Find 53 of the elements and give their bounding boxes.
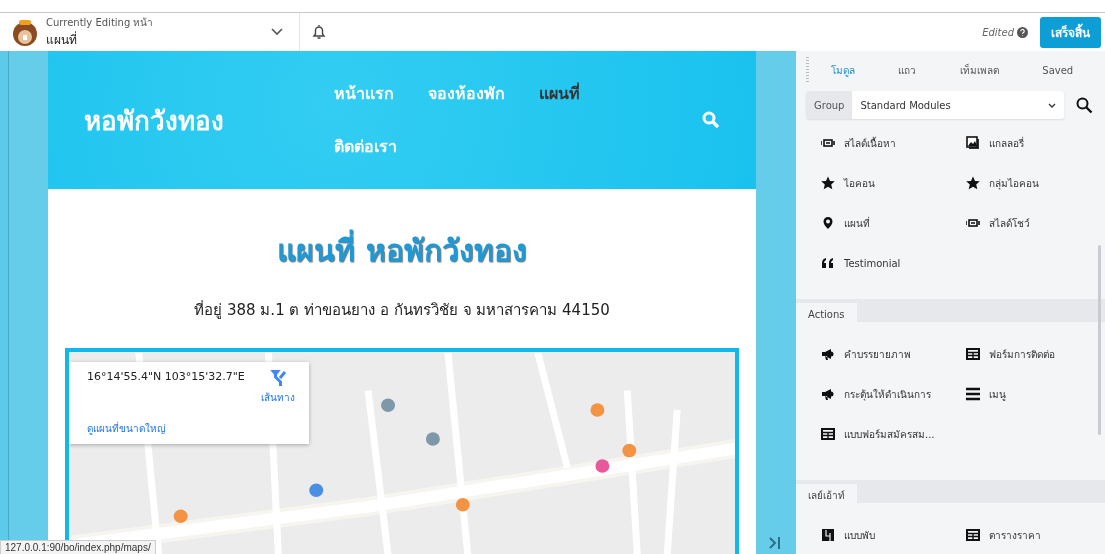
directions-link[interactable]: เส้นทาง <box>261 370 295 413</box>
editing-label: Currently Editing หน้า <box>46 16 155 30</box>
help-icon[interactable] <box>1017 26 1028 38</box>
page-title: แผนที่ <box>46 30 78 49</box>
module-item[interactable]: Testimonial <box>821 243 966 283</box>
chevron-down-icon <box>1048 102 1056 108</box>
panel-tab[interactable]: เท็มเพลต <box>959 62 999 78</box>
map-pin-icon <box>821 216 835 230</box>
star-icon <box>966 176 980 190</box>
edited-status: Edited <box>982 26 1014 38</box>
notification-bell-icon[interactable] <box>312 24 326 40</box>
coordinates-text: 16°14'55.4"N 103°15'32.7"E <box>87 370 246 385</box>
module-item[interactable]: สไลด์เนื้อหา <box>821 123 966 163</box>
panel-tab[interactable]: โมดูล <box>830 62 855 78</box>
module-item[interactable]: แผนที่ <box>821 203 966 243</box>
larger-map-link[interactable]: ดูแผนที่ขนาดใหญ่ <box>87 421 295 436</box>
module-item[interactable]: ไอคอน <box>821 163 966 203</box>
module-item[interactable]: ฟอร์มการติดต่อ <box>966 334 1105 374</box>
module-item[interactable]: กระตุ้นให้ดำเนินการ <box>821 374 966 414</box>
search-icon[interactable] <box>1076 96 1093 114</box>
panel-tab[interactable]: Saved <box>1042 62 1074 78</box>
megaphone-icon <box>821 347 835 361</box>
table-icon <box>821 427 835 441</box>
slides-icon <box>966 216 980 230</box>
drag-handle[interactable] <box>806 57 809 83</box>
nav-link[interactable]: แผนที่ <box>529 81 590 106</box>
page-heading: แผนที่ หอพักวังทอง <box>48 227 756 274</box>
quote-icon <box>821 256 835 270</box>
table-icon <box>966 528 980 542</box>
module-item[interactable]: กลุ่มไอคอน <box>966 163 1105 203</box>
module-item[interactable]: แกลลอรี่ <box>966 123 1105 163</box>
layout-icon <box>821 528 835 542</box>
module-item[interactable]: ตารางราคา <box>966 515 1105 554</box>
module-item[interactable]: เมนู <box>966 374 1105 414</box>
panel-tab[interactable]: แถว <box>898 62 917 78</box>
beaver-logo-icon <box>10 17 40 47</box>
table-icon <box>966 347 980 361</box>
menu-icon <box>966 387 980 401</box>
module-item[interactable]: สไลด์โชว์ <box>966 203 1105 243</box>
module-item[interactable]: คำบรรยายภาพ <box>821 334 966 374</box>
group-select[interactable]: Group Standard Modules <box>806 91 1064 119</box>
status-url: 127.0.0.1:90/bo/index.php/maps/ <box>0 540 156 554</box>
directions-icon <box>269 370 287 386</box>
collapse-panel-icon[interactable] <box>768 537 782 549</box>
address-text: ที่อยู่ 388 ม.1 ต ท่าขอนยาง อ กันทรวิชัย จ มหาสารคาม 44150 <box>193 299 611 321</box>
slides-icon <box>821 136 835 150</box>
chevron-down-icon[interactable] <box>271 28 283 36</box>
star-icon <box>821 176 835 190</box>
gallery-icon <box>966 136 980 150</box>
module-item[interactable]: แบบพับ <box>821 515 966 554</box>
module-item[interactable]: แบบฟอร์มสมัครสม... <box>821 414 966 454</box>
megaphone-icon <box>821 387 835 401</box>
scrollbar[interactable] <box>1098 245 1101 435</box>
